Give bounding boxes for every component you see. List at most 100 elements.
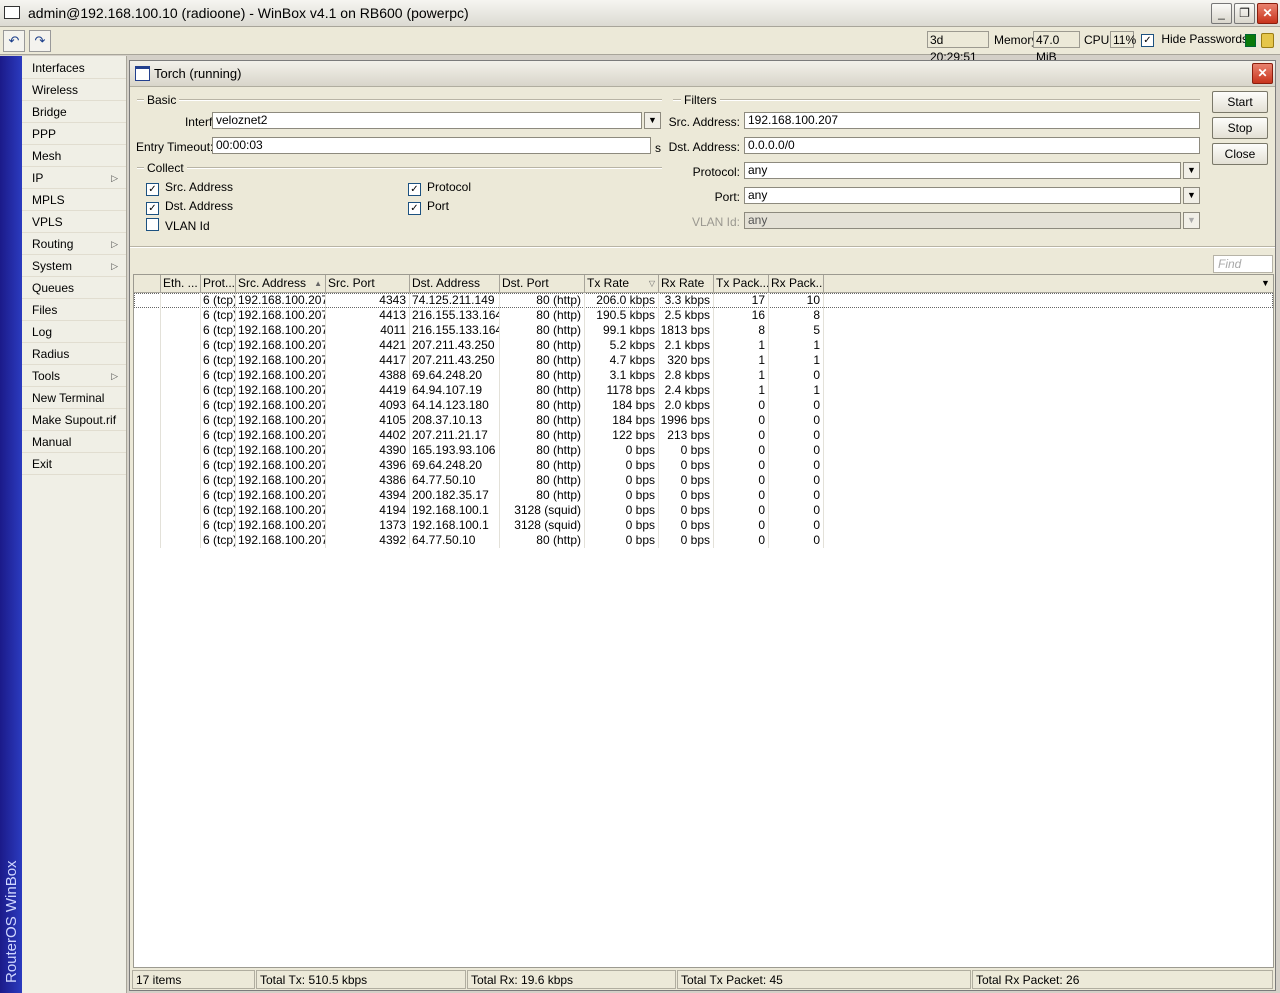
entry-timeout-input[interactable]: 00:00:03 <box>212 137 651 154</box>
stop-button[interactable]: Stop <box>1212 117 1268 139</box>
sidebar-item-ppp[interactable]: PPP <box>22 123 126 145</box>
collect-src-address-checkbox[interactable]: ✓ Src. Address <box>146 180 233 196</box>
find-input[interactable]: Find <box>1213 255 1273 273</box>
column-header[interactable]: Rx Pack... <box>769 275 824 292</box>
table-cell: 3.1 kbps <box>585 368 659 383</box>
table-row[interactable]: 6 (tcp) 192.168.100.207 4011 216.155.133.16… <box>134 323 826 338</box>
collect-port-label: Port <box>427 199 450 213</box>
sidebar-item-routing[interactable]: Routing ▷ <box>22 233 126 255</box>
table-row[interactable]: 6 (tcp) 192.168.100.207 4194 192.168.100.1 3… <box>134 503 826 518</box>
table-cell <box>134 338 161 353</box>
table-row[interactable]: 6 (tcp) 192.168.100.207 4105 208.37.10.13 80… <box>134 413 826 428</box>
window-icon <box>135 66 150 81</box>
torch-title-bar[interactable]: Torch (running) ✕ <box>130 61 1275 87</box>
collect-protocol-checkbox[interactable]: ✓ Protocol <box>408 180 471 196</box>
table-cell <box>134 443 161 458</box>
column-header[interactable]: Src. Address ▲ <box>236 275 326 292</box>
start-button[interactable]: Start <box>1212 91 1268 113</box>
torch-close-icon[interactable]: ✕ <box>1252 63 1273 84</box>
collect-port-checkbox[interactable]: ✓ Port <box>408 199 449 215</box>
column-header[interactable]: Tx Rate ▽ <box>585 275 659 292</box>
table-cell: 6 (tcp) <box>203 443 236 458</box>
collect-vlan-id-checkbox[interactable]: VLAN Id <box>146 218 210 233</box>
table-cell: 2.4 kbps <box>659 383 714 398</box>
column-header[interactable]: Rx Rate <box>659 275 714 292</box>
table-cell: 4388 <box>326 368 410 383</box>
sidebar-item-exit[interactable]: Exit <box>22 453 126 475</box>
table-cell: 1 <box>714 338 769 353</box>
table-row[interactable]: 6 (tcp) 192.168.100.207 4396 69.64.248.20 80… <box>134 458 826 473</box>
window-app-icon[interactable] <box>4 6 20 19</box>
sidebar-item-radius[interactable]: Radius <box>22 343 126 365</box>
sidebar-item-label: Files <box>32 303 58 317</box>
table-row[interactable]: 6 (tcp) 192.168.100.207 4388 69.64.248.20 80… <box>134 368 826 383</box>
column-header[interactable] <box>134 275 161 292</box>
table-row[interactable]: 6 (tcp) 192.168.100.207 4386 64.77.50.10 80 … <box>134 473 826 488</box>
sidebar-item-new-terminal[interactable]: New Terminal <box>22 387 126 409</box>
table-row[interactable]: 6 (tcp) 192.168.100.207 1373 192.168.100.1 3… <box>134 518 826 533</box>
dst-address-input[interactable]: 0.0.0.0/0 <box>744 137 1200 154</box>
column-header[interactable]: Prot... <box>201 275 236 292</box>
column-header-label: Src. Port <box>328 276 375 290</box>
sidebar-item-interfaces[interactable]: Interfaces <box>22 57 126 79</box>
check-icon: ✓ <box>146 202 159 215</box>
sidebar-item-label: Manual <box>32 435 72 449</box>
table-cell: 4396 <box>326 458 410 473</box>
maximize-button[interactable]: ❐ <box>1234 3 1255 24</box>
protocol-dropdown-button[interactable]: ▼ <box>1183 162 1200 179</box>
sidebar-item-system[interactable]: System ▷ <box>22 255 126 277</box>
sidebar-item-make-supout-rif[interactable]: Make Supout.rif <box>22 409 126 431</box>
undo-button[interactable]: ↶ <box>3 30 25 52</box>
sidebar-item-log[interactable]: Log <box>22 321 126 343</box>
port-dropdown-button[interactable]: ▼ <box>1183 187 1200 204</box>
hide-passwords-checkbox[interactable]: ✓ Hide Passwords <box>1141 32 1248 47</box>
collect-dst-address-checkbox[interactable]: ✓ Dst. Address <box>146 199 233 215</box>
column-header-label: Prot... <box>203 276 236 290</box>
table-row[interactable]: 6 (tcp) 192.168.100.207 4419 64.94.107.19 80… <box>134 383 826 398</box>
sidebar-item-manual[interactable]: Manual <box>22 431 126 453</box>
table-row[interactable]: 6 (tcp) 192.168.100.207 4421 207.211.43.250… <box>134 338 826 353</box>
columns-menu-icon[interactable]: ▼ <box>1258 275 1273 292</box>
table-cell: 208.37.10.13 <box>410 413 500 428</box>
table-row[interactable]: 6 (tcp) 192.168.100.207 4417 207.211.43.250… <box>134 353 826 368</box>
vlan-id-select: any <box>744 212 1181 229</box>
table-row[interactable]: 6 (tcp) 192.168.100.207 4343 74.125.211.149… <box>134 293 1273 308</box>
close-button[interactable]: Close <box>1212 143 1268 165</box>
table-row[interactable]: 6 (tcp) 192.168.100.207 4402 207.211.21.17 8… <box>134 428 826 443</box>
table-cell: 4011 <box>326 323 410 338</box>
sidebar-item-label: Tools <box>32 369 61 383</box>
table-row[interactable]: 6 (tcp) 192.168.100.207 4093 64.14.123.180 8… <box>134 398 826 413</box>
sidebar-item-queues[interactable]: Queues <box>22 277 126 299</box>
sidebar-item-vpls[interactable]: VPLS <box>22 211 126 233</box>
table-row[interactable]: 6 (tcp) 192.168.100.207 4413 216.155.133.16… <box>134 308 826 323</box>
column-header[interactable]: Dst. Address <box>410 275 500 292</box>
protocol-select[interactable]: any <box>744 162 1181 179</box>
table-row[interactable]: 6 (tcp) 192.168.100.207 4392 64.77.50.10 80 … <box>134 533 826 548</box>
sidebar-item-files[interactable]: Files <box>22 299 126 321</box>
redo-button[interactable]: ↷ <box>29 30 51 52</box>
table-cell: 192.168.100.207 <box>238 293 326 308</box>
table-cell: 80 (http) <box>500 398 585 413</box>
sidebar-item-ip[interactable]: IP ▷ <box>22 167 126 189</box>
column-header[interactable]: Eth. ... <box>161 275 201 292</box>
window-title-bar[interactable]: admin@192.168.100.10 (radioone) - WinBox… <box>0 0 1280 27</box>
port-select[interactable]: any <box>744 187 1181 204</box>
table-cell: 192.168.100.207 <box>238 323 326 338</box>
minimize-button[interactable]: _ <box>1211 3 1232 24</box>
table-row[interactable]: 6 (tcp) 192.168.100.207 4394 200.182.35.17 8… <box>134 488 826 503</box>
sidebar-item-tools[interactable]: Tools ▷ <box>22 365 126 387</box>
interface-select[interactable]: veloznet2 <box>212 112 642 129</box>
close-window-button[interactable]: ✕ <box>1257 3 1278 24</box>
src-address-input[interactable]: 192.168.100.207 <box>744 112 1200 129</box>
column-header[interactable]: Src. Port <box>326 275 410 292</box>
sidebar-item-bridge[interactable]: Bridge <box>22 101 126 123</box>
sidebar-item-mpls[interactable]: MPLS <box>22 189 126 211</box>
sidebar-item-mesh[interactable]: Mesh <box>22 145 126 167</box>
column-header[interactable]: Tx Pack... <box>714 275 769 292</box>
interface-dropdown-button[interactable]: ▼ <box>644 112 661 129</box>
column-header[interactable]: Dst. Port <box>500 275 585 292</box>
table-row[interactable]: 6 (tcp) 192.168.100.207 4390 165.193.93.106… <box>134 443 826 458</box>
table-cell: 80 (http) <box>500 323 585 338</box>
table-cell: 6 (tcp) <box>203 458 236 473</box>
sidebar-item-wireless[interactable]: Wireless <box>22 79 126 101</box>
